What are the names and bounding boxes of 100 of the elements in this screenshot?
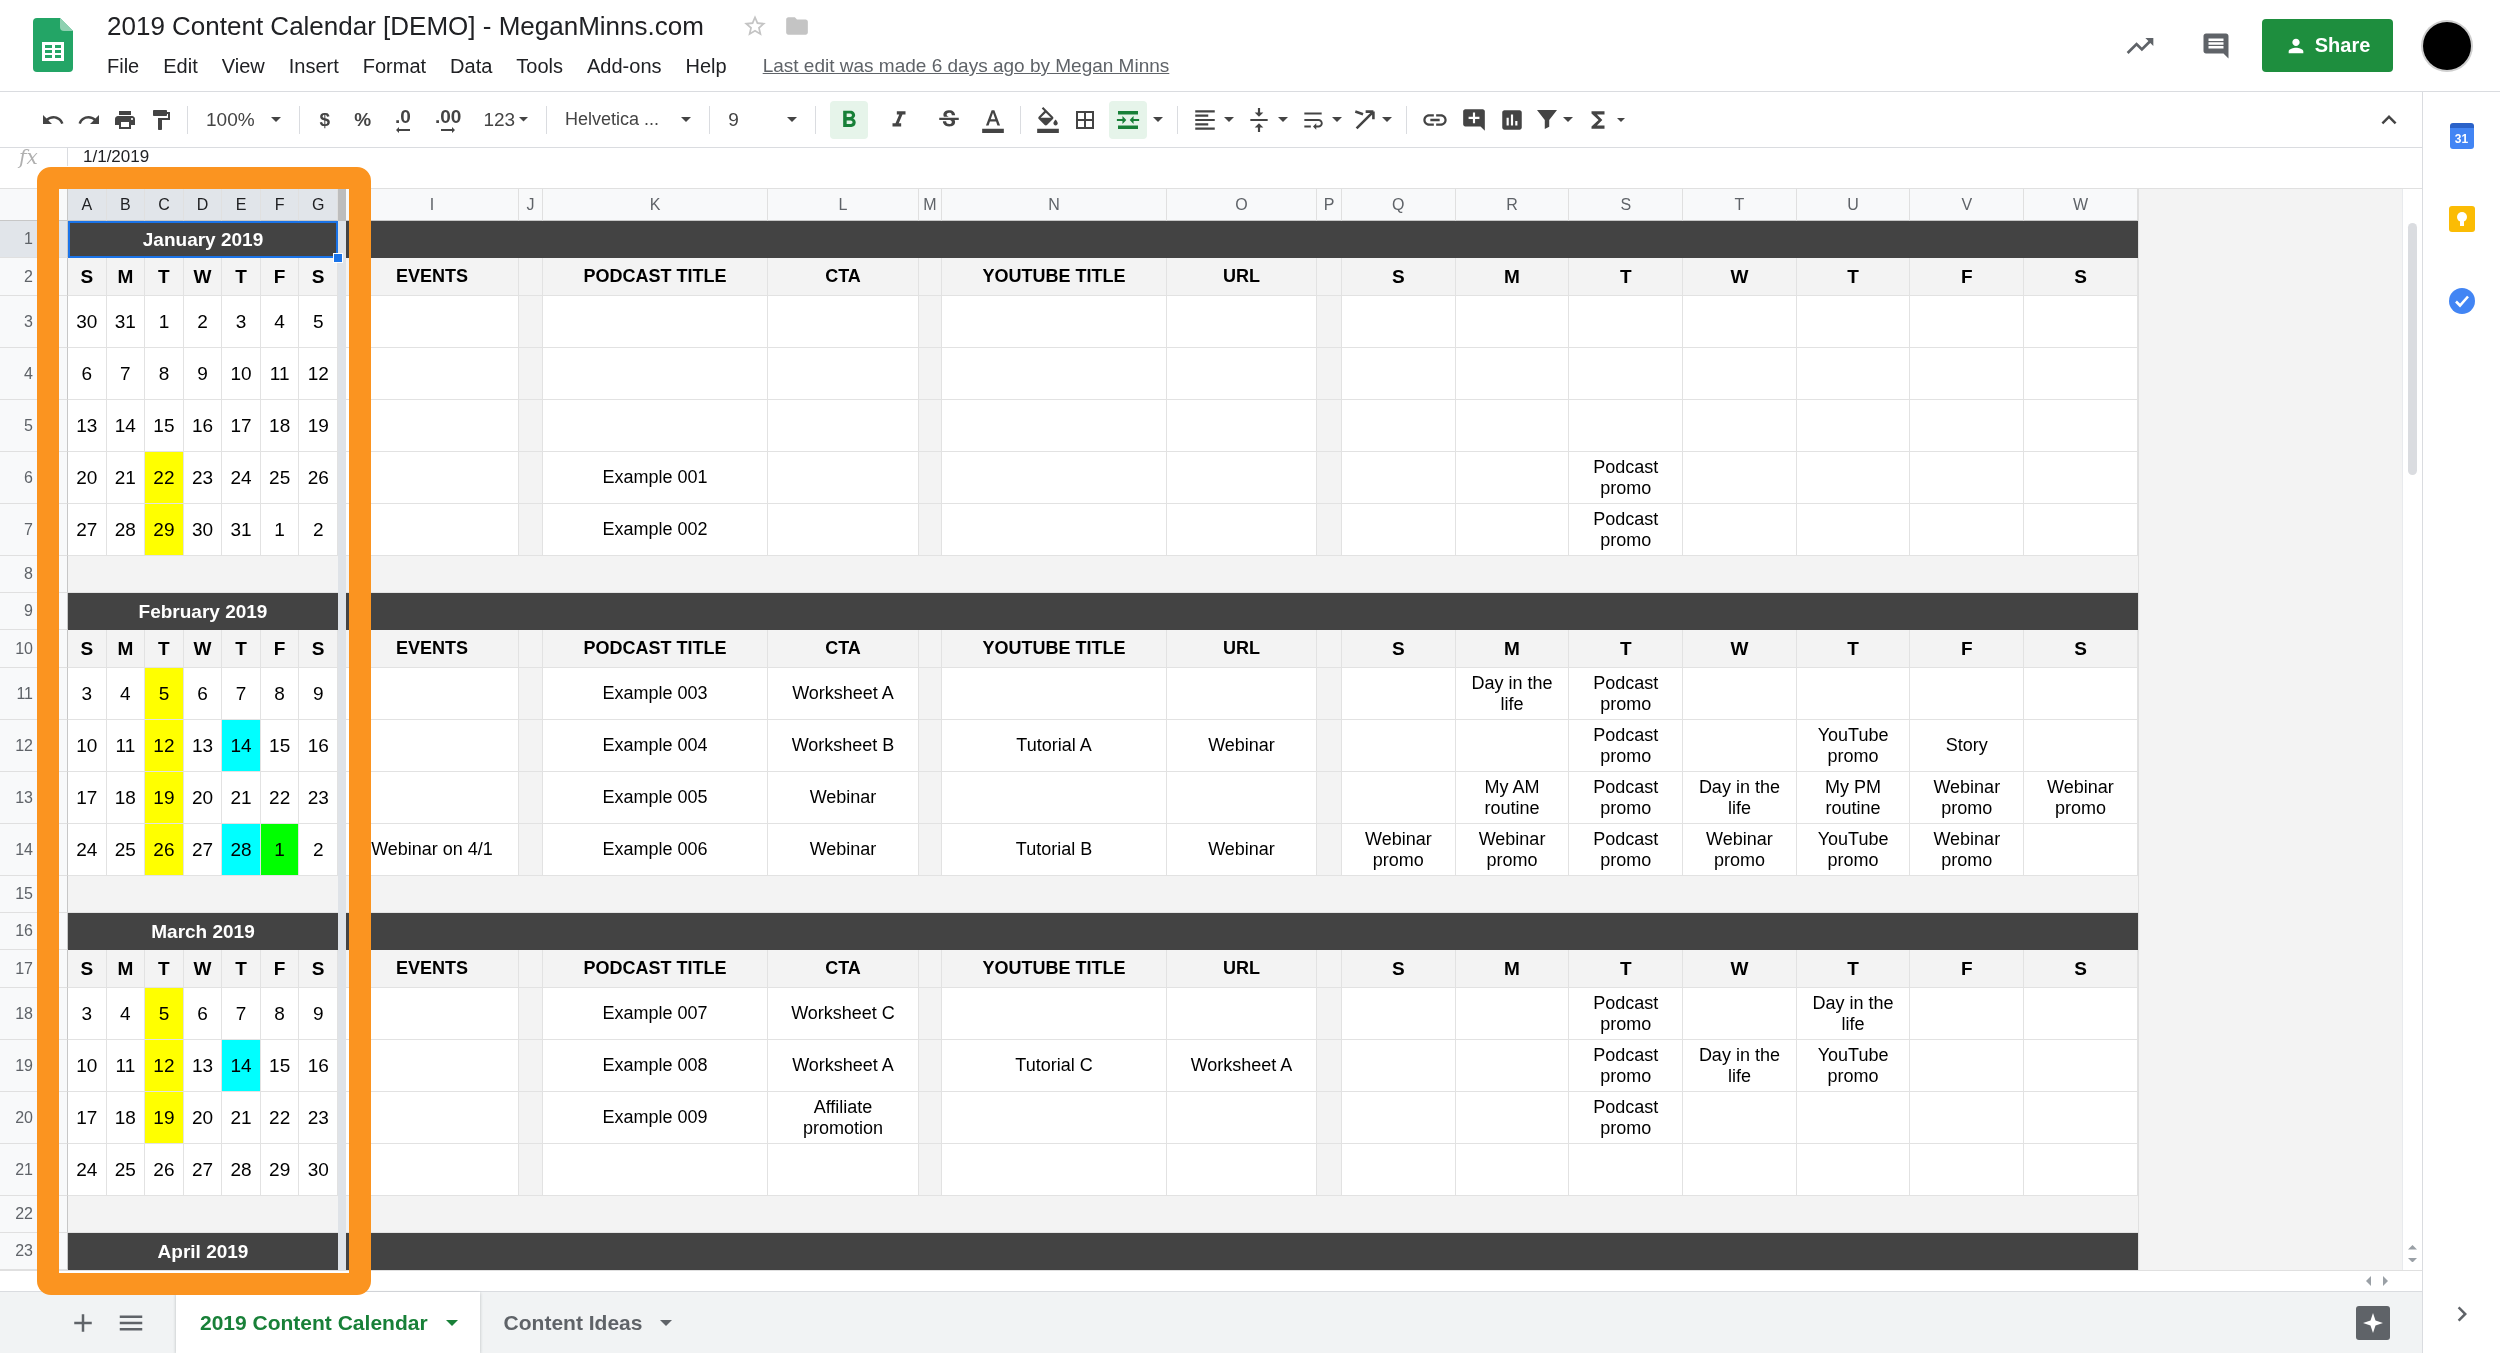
spacer-cell — [519, 348, 543, 400]
formula-label: fx — [19, 148, 39, 166]
calendar-button[interactable]: 31 — [2449, 123, 2474, 149]
spreadsheet-logo[interactable] — [33, 18, 73, 72]
menu-item[interactable]: Insert — [280, 52, 347, 80]
column-header[interactable]: W — [2024, 189, 2138, 221]
date-cell: 24 — [68, 1144, 107, 1196]
table-cell: My PM routine — [1796, 772, 1911, 824]
column-header[interactable]: T — [1683, 189, 1797, 221]
column-header[interactable]: L — [768, 189, 919, 221]
column-header[interactable]: P — [1317, 189, 1342, 221]
font-dropdown[interactable]: Helvetica ... — [561, 101, 696, 138]
date-cell: 15 — [260, 720, 300, 772]
scrollbar-thumb[interactable] — [2408, 223, 2417, 475]
column-header[interactable]: M — [919, 189, 942, 221]
table-cell: Worksheet A — [768, 1040, 919, 1092]
menu-item[interactable]: Format — [354, 52, 435, 80]
font-size-dropdown[interactable]: 9 — [724, 101, 801, 138]
percent-button[interactable]: % — [348, 101, 378, 138]
comment-plus-icon[interactable] — [1460, 106, 1487, 133]
merge-arrows-icon — [1115, 109, 1140, 130]
weekday-header: W — [1683, 630, 1797, 668]
column-header[interactable]: N — [942, 189, 1167, 221]
column-header[interactable]: O — [1167, 189, 1317, 221]
paint-bucket-icon[interactable] — [1034, 106, 1061, 133]
date-cell: 19 — [145, 772, 184, 824]
spacer-cell — [519, 668, 543, 720]
menu-item[interactable]: Edit — [155, 52, 206, 80]
share-button[interactable]: Share — [2262, 19, 2393, 72]
caret-icon — [445, 1319, 458, 1326]
zoom-dropdown[interactable]: 100% — [202, 101, 285, 138]
menu-item[interactable]: Data — [442, 52, 501, 80]
triangle-right-icon[interactable] — [2383, 1276, 2388, 1286]
menu-item[interactable]: View — [213, 52, 273, 80]
date-cell: 20 — [183, 1092, 223, 1144]
date-cell: 2 — [299, 824, 338, 876]
bold-button[interactable] — [829, 100, 868, 139]
menu-item[interactable]: Help — [677, 52, 735, 80]
triangle-left-icon[interactable] — [2366, 1276, 2371, 1286]
caret-icon[interactable] — [1562, 117, 1573, 122]
caret-icon[interactable] — [1277, 117, 1288, 122]
date-cell: 16 — [299, 1040, 338, 1092]
date-cell: 28 — [222, 1144, 261, 1196]
date-cell: 5 — [299, 296, 338, 348]
date-cell: 23 — [299, 772, 338, 824]
column-header[interactable]: V — [1910, 189, 2025, 221]
last-edit-link[interactable]: Last edit was made 6 days ago by Megan Minns — [762, 55, 1170, 77]
sheet-tab[interactable]: 2019 Content Calendar — [176, 1292, 480, 1353]
table-cell: Podcast promo — [1569, 1092, 1684, 1144]
weekday-header: S — [68, 258, 107, 296]
menu-item[interactable]: Add-ons — [579, 52, 670, 80]
filter-icon[interactable] — [1536, 110, 1557, 129]
column-header[interactable]: B — [106, 189, 146, 221]
spacer-cell — [519, 504, 543, 556]
menu-item[interactable]: Tools — [508, 52, 572, 80]
decrease-decimals-button[interactable]: .0 — [389, 101, 417, 138]
column-header[interactable]: A — [68, 189, 107, 221]
column-header[interactable]: Q — [1342, 189, 1456, 221]
caret-icon[interactable] — [1223, 117, 1234, 122]
table-cell: Example 007 — [543, 988, 768, 1040]
triangle-up-icon[interactable] — [2408, 1245, 2417, 1250]
explore-button[interactable] — [2356, 1305, 2390, 1340]
spacer-cell — [1317, 824, 1342, 876]
date-cell: 27 — [183, 1144, 223, 1196]
table-cell: Tutorial B — [942, 824, 1167, 876]
date-cell: 13 — [183, 1040, 223, 1092]
column-header[interactable]: C — [145, 189, 184, 221]
column-header[interactable]: J — [519, 189, 543, 221]
diagonal-arrow-icon[interactable] — [1353, 108, 1376, 131]
table-cell: Tutorial A — [942, 720, 1167, 772]
column-header[interactable]: S — [1569, 189, 1684, 221]
column-header[interactable]: U — [1796, 189, 1911, 221]
column-header[interactable]: R — [1455, 189, 1570, 221]
fill-handle[interactable] — [333, 253, 343, 263]
caret-icon[interactable] — [1152, 117, 1163, 122]
date-cell: 19 — [145, 1092, 184, 1144]
date-cell: 3 — [68, 988, 107, 1040]
table-cell: Example 002 — [543, 504, 768, 556]
check-circle-icon[interactable] — [2448, 288, 2475, 314]
formula-input[interactable]: 1/1/2019 — [83, 148, 150, 166]
caret-icon[interactable] — [1331, 117, 1342, 122]
column-header[interactable]: E — [222, 189, 261, 221]
caret-icon[interactable] — [1381, 117, 1392, 122]
merge-button[interactable] — [1108, 100, 1147, 139]
document-title[interactable]: 2019 Content Calendar [DEMO] - MeganMinns.com — [107, 10, 704, 42]
more-formats-button[interactable]: 123 — [479, 101, 533, 138]
triangle-down-icon[interactable] — [2408, 1257, 2417, 1262]
date-cell: 25 — [106, 824, 146, 876]
weekday-header: S — [2024, 950, 2138, 988]
avatar[interactable] — [2423, 21, 2471, 70]
sheet-tab[interactable]: Content Ideas — [479, 1292, 695, 1353]
column-header[interactable]: G — [299, 189, 338, 221]
column-header[interactable]: F — [260, 189, 300, 221]
caret-icon[interactable] — [1616, 117, 1625, 122]
column-header[interactable]: K — [543, 189, 768, 221]
column-header[interactable]: D — [183, 189, 223, 221]
currency-button[interactable]: $ — [313, 101, 337, 138]
table-cell: Webinar — [768, 824, 919, 876]
menu-item[interactable]: File — [99, 52, 148, 80]
increase-decimals-button[interactable]: .00 — [428, 101, 468, 138]
